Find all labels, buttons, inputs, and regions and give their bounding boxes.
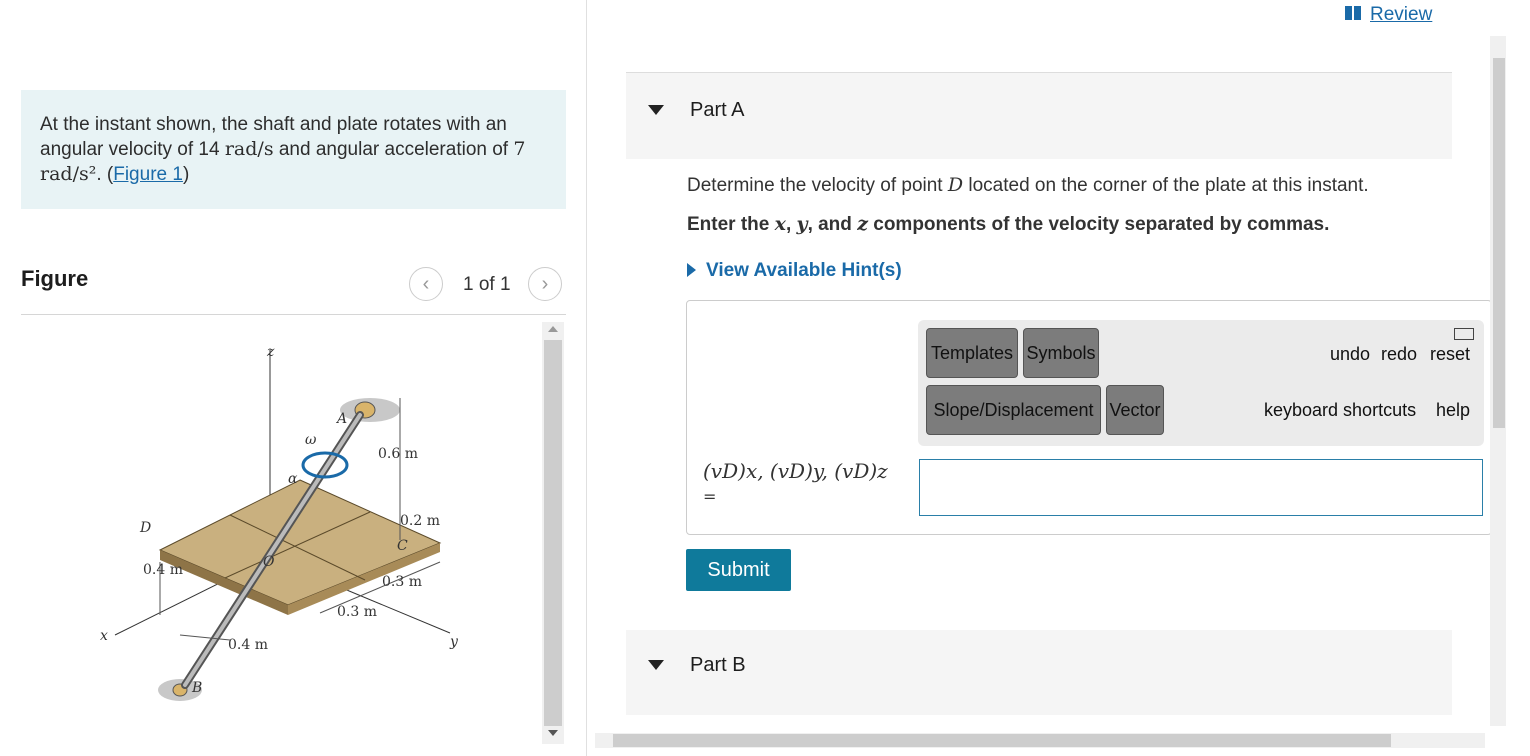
figure-scrollbar-thumb[interactable] [544, 340, 562, 726]
part-a-question: Determine the velocity of point D locate… [687, 174, 1369, 196]
symbols-button[interactable]: Symbols [1023, 328, 1099, 378]
help-button[interactable]: help [1436, 400, 1470, 421]
horizontal-scrollbar[interactable] [595, 733, 1485, 748]
dim-0.6m: 0.6 m [378, 446, 418, 462]
chevron-right-icon: › [541, 272, 549, 295]
part-a-header[interactable]: Part A [626, 72, 1452, 159]
alpha-value: 7 [513, 138, 526, 160]
submit-button[interactable]: Submit [686, 549, 791, 591]
figure-title: Figure [21, 266, 89, 291]
templates-button[interactable]: Templates [926, 328, 1018, 378]
review-link[interactable]: Review [1370, 4, 1432, 26]
redo-button[interactable]: redo [1381, 344, 1417, 365]
book-icon [1345, 6, 1361, 20]
caret-down-icon [648, 660, 664, 670]
next-figure-button[interactable]: › [528, 267, 562, 301]
keyboard-icon[interactable] [1454, 328, 1474, 340]
panel-divider [586, 0, 587, 756]
label-O: O [263, 554, 275, 570]
part-b-header[interactable]: Part B [626, 630, 1452, 715]
vector-button[interactable]: Vector [1106, 385, 1164, 435]
answer-input[interactable] [919, 459, 1483, 516]
undo-button[interactable]: undo [1330, 344, 1370, 365]
dim-0.2m: 0.2 m [400, 513, 440, 529]
reset-button[interactable]: reset [1430, 344, 1470, 365]
figure-scrollbar[interactable] [542, 322, 564, 744]
page-scrollbar[interactable] [1490, 36, 1506, 726]
label-C: C [397, 538, 408, 554]
figure-counter: 1 of 1 [463, 274, 511, 295]
scroll-up-icon[interactable] [548, 326, 558, 332]
page-scrollbar-thumb[interactable] [1493, 58, 1505, 428]
dim-0.3m-b: 0.3 m [337, 604, 377, 620]
part-a-instruction: Enter the x, y, and z components of the … [687, 213, 1330, 235]
caret-right-icon [687, 263, 696, 277]
figure-link[interactable]: Figure 1 [113, 164, 183, 185]
part-b-title: Part B [690, 654, 746, 676]
alpha-unit: rad/s² [40, 163, 97, 185]
label-x: x [100, 628, 108, 644]
slope-displacement-button[interactable]: Slope/Displacement [926, 385, 1101, 435]
part-a-title: Part A [690, 99, 745, 121]
dim-0.4m-a: 0.4 m [143, 562, 183, 578]
math-toolbar: Templates Symbols Slope/Displacement Vec… [918, 320, 1484, 446]
problem-statement: At the instant shown, the shaft and plat… [40, 114, 526, 185]
dim-0.4m-b: 0.4 m [228, 637, 268, 653]
omega-unit: rad/s [224, 138, 274, 160]
keyboard-shortcuts-button[interactable]: keyboard shortcuts [1264, 400, 1416, 421]
label-y: y [449, 634, 459, 650]
label-z: z [266, 344, 275, 360]
horizontal-scrollbar-thumb[interactable] [613, 734, 1391, 747]
figure-divider [21, 314, 566, 315]
caret-down-icon [648, 105, 664, 115]
view-hints-link[interactable]: View Available Hint(s) [687, 260, 902, 282]
label-omega: ω [305, 432, 317, 448]
dim-0.3m-a: 0.3 m [382, 574, 422, 590]
label-D: D [139, 520, 151, 536]
mechanics-figure: z x y A B C D O ω α 0.6 m 0.2 m 0.3 m 0.… [100, 344, 459, 701]
label-alpha: α [288, 471, 298, 487]
chevron-left-icon: ‹ [422, 272, 430, 295]
label-A: A [335, 411, 347, 427]
answer-label: (vD)x, (vD)y, (vD)z = [703, 459, 888, 506]
scroll-down-icon[interactable] [548, 730, 558, 736]
prev-figure-button[interactable]: ‹ [409, 267, 443, 301]
label-B: B [191, 680, 202, 696]
